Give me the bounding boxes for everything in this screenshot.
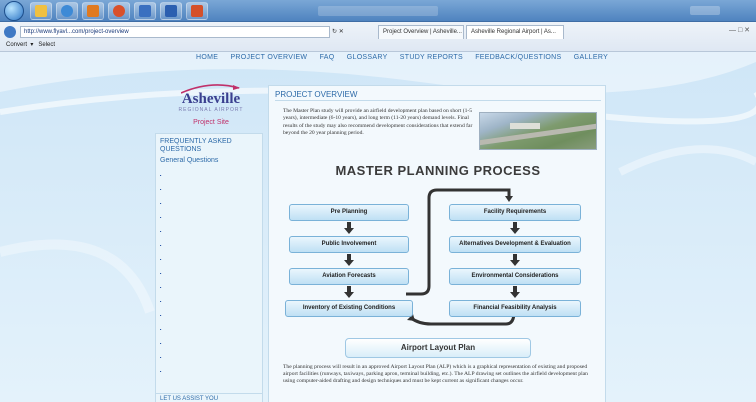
explorer-icon[interactable] bbox=[30, 2, 52, 20]
media-icon[interactable] bbox=[82, 2, 104, 20]
select-button[interactable]: Select bbox=[38, 42, 55, 48]
page-title: PROJECT OVERVIEW bbox=[275, 90, 358, 99]
powerpoint-icon[interactable] bbox=[186, 2, 208, 20]
nav-study-reports[interactable]: STUDY REPORTS bbox=[400, 54, 463, 61]
faq-title: FREQUENTLY ASKED QUESTIONS bbox=[160, 138, 232, 153]
refresh-icon[interactable]: ↻ ✕ bbox=[332, 26, 372, 38]
convert-button[interactable]: Convert bbox=[6, 42, 27, 48]
firefox-icon[interactable] bbox=[108, 2, 130, 20]
logo-subtitle: REGIONAL AIRPORT bbox=[178, 107, 244, 113]
faq-link[interactable] bbox=[160, 254, 260, 264]
step-financial: Financial Feasibility Analysis bbox=[449, 300, 581, 317]
down-arrow-icon bbox=[344, 222, 354, 234]
top-navigation: HOME PROJECT OVERVIEW FAQ GLOSSARY STUDY… bbox=[196, 54, 618, 66]
faq-link[interactable] bbox=[160, 352, 260, 362]
taskbar bbox=[0, 0, 756, 22]
faq-link[interactable] bbox=[160, 170, 260, 180]
ie-taskbar-icon[interactable] bbox=[56, 2, 78, 20]
main-content: PROJECT OVERVIEW The Master Plan study w… bbox=[268, 85, 606, 402]
window-title bbox=[318, 6, 438, 16]
window-controls[interactable]: — □ ✕ bbox=[729, 26, 750, 34]
nav-glossary[interactable]: GLOSSARY bbox=[347, 54, 388, 61]
down-arrow-icon bbox=[510, 286, 520, 298]
faq-panel: FREQUENTLY ASKED QUESTIONS General Quest… bbox=[155, 133, 263, 395]
down-arrow-icon bbox=[344, 286, 354, 298]
nav-project-overview[interactable]: PROJECT OVERVIEW bbox=[230, 54, 307, 61]
intro-paragraph: The Master Plan study will provide an ai… bbox=[283, 108, 473, 137]
word-icon[interactable] bbox=[160, 2, 182, 20]
tray-icons[interactable] bbox=[690, 6, 720, 15]
airport-aerial-photo bbox=[479, 112, 597, 150]
command-bar: Convert ▾ Select bbox=[6, 42, 56, 48]
browser-chrome: http://www.flyavl...com/project-overview… bbox=[0, 22, 756, 52]
general-questions-heading: General Questions bbox=[160, 157, 219, 164]
down-arrow-icon bbox=[510, 222, 520, 234]
logo-name: Asheville bbox=[181, 91, 241, 107]
step-aviation-forecasts: Aviation Forecasts bbox=[289, 268, 409, 285]
assist-panel[interactable]: LET US ASSIST YOU bbox=[155, 393, 263, 402]
title-divider bbox=[275, 100, 601, 101]
faq-link[interactable] bbox=[160, 212, 260, 222]
step-inventory: Inventory of Existing Conditions bbox=[285, 300, 413, 317]
tab-project-overview[interactable]: Project Overview | Asheville... bbox=[378, 25, 464, 39]
faq-link[interactable] bbox=[160, 184, 260, 194]
faq-list bbox=[160, 170, 260, 380]
nav-faq[interactable]: FAQ bbox=[320, 54, 335, 61]
step-pre-planning: Pre Planning bbox=[289, 204, 409, 221]
tab-asheville-airport[interactable]: Asheville Regional Airport | As... bbox=[466, 25, 564, 39]
faq-link[interactable] bbox=[160, 338, 260, 348]
faq-link[interactable] bbox=[160, 268, 260, 278]
faq-link[interactable] bbox=[160, 240, 260, 250]
closing-paragraph: The planning process will result in an a… bbox=[283, 364, 588, 385]
nav-home[interactable]: HOME bbox=[196, 54, 218, 61]
faq-link[interactable] bbox=[160, 324, 260, 334]
faq-link[interactable] bbox=[160, 198, 260, 208]
step-public-involvement: Public Involvement bbox=[289, 236, 409, 253]
nav-feedback[interactable]: FEEDBACK/QUESTIONS bbox=[475, 54, 561, 61]
site-logo[interactable]: Asheville REGIONAL AIRPORT Project Site bbox=[171, 80, 251, 128]
nav-gallery[interactable]: GALLERY bbox=[574, 54, 608, 61]
website: HOME PROJECT OVERVIEW FAQ GLOSSARY STUDY… bbox=[0, 52, 756, 402]
faq-link[interactable] bbox=[160, 366, 260, 376]
process-title: MASTER PLANNING PROCESS bbox=[335, 163, 541, 178]
step-facility-requirements: Facility Requirements bbox=[449, 204, 581, 221]
address-bar[interactable]: http://www.flyavl...com/project-overview bbox=[20, 26, 330, 38]
down-arrow-icon bbox=[344, 254, 354, 266]
airport-layout-plan-box: Airport Layout Plan bbox=[345, 338, 531, 358]
outlook-icon[interactable] bbox=[134, 2, 156, 20]
step-environmental: Environmental Considerations bbox=[449, 268, 581, 285]
faq-link[interactable] bbox=[160, 296, 260, 306]
start-button[interactable] bbox=[4, 1, 24, 21]
down-arrow-icon bbox=[510, 254, 520, 266]
sidebar: Asheville REGIONAL AIRPORT Project Site … bbox=[153, 80, 263, 402]
faq-link[interactable] bbox=[160, 282, 260, 292]
step-alternatives: Alternatives Development & Evaluation bbox=[449, 236, 581, 253]
clock[interactable] bbox=[748, 3, 750, 19]
faq-link[interactable] bbox=[160, 226, 260, 236]
terminal-building bbox=[510, 123, 540, 129]
back-icon[interactable] bbox=[4, 26, 16, 38]
faq-link[interactable] bbox=[160, 310, 260, 320]
logo-project: Project Site bbox=[193, 119, 229, 126]
